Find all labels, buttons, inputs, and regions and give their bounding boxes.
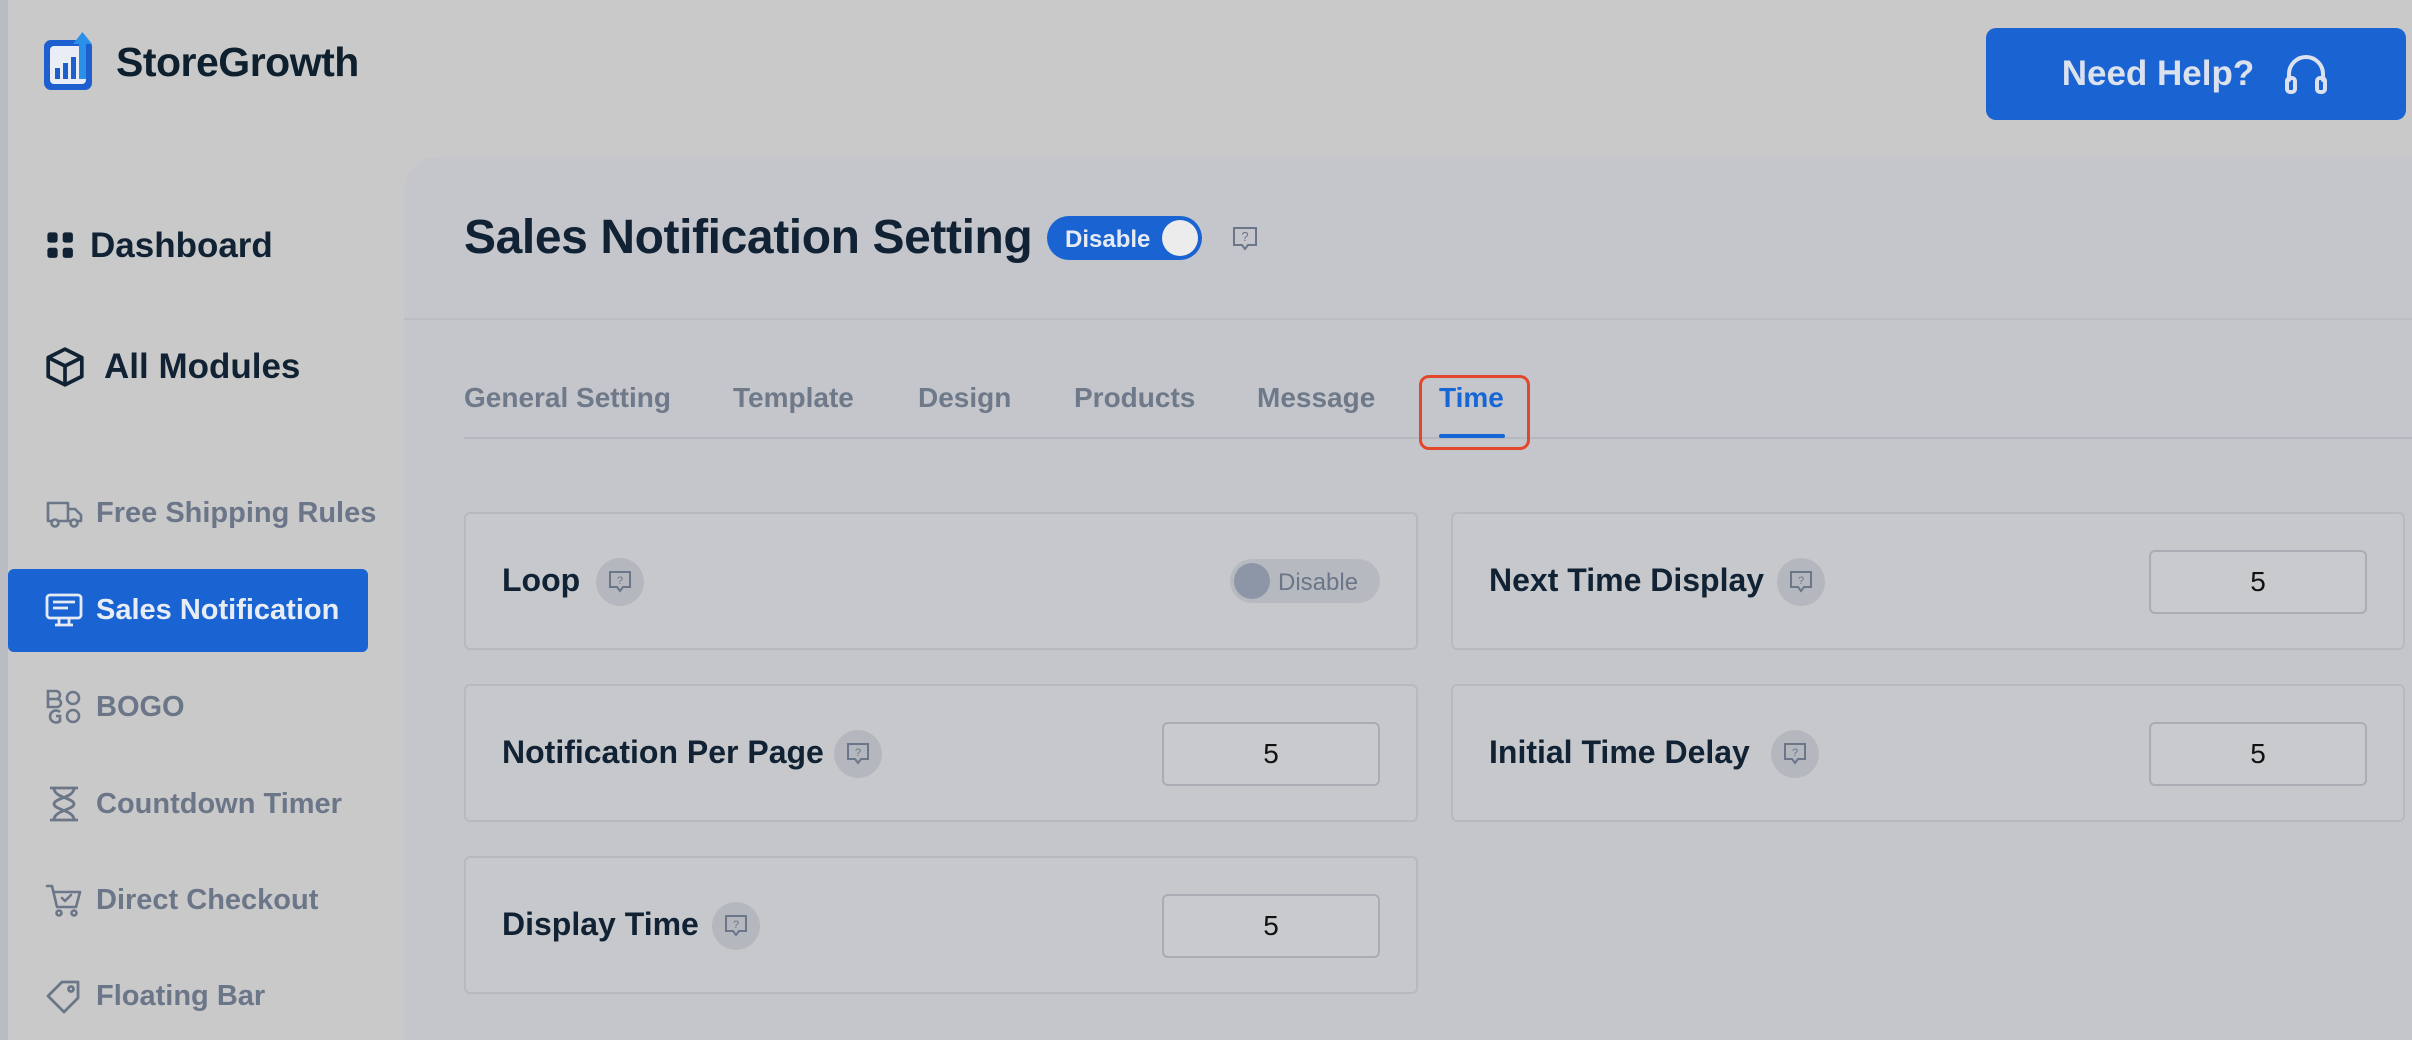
setting-label-initial-time-delay: Initial Time Delay xyxy=(1489,734,1750,770)
sidebar-item-label: Floating Bar xyxy=(96,979,266,1012)
need-help-button[interactable]: Need Help? xyxy=(1986,28,2406,120)
setting-card-next-time-display: Next Time Display ? xyxy=(1451,512,2405,650)
svg-text:?: ? xyxy=(617,575,623,587)
help-bubble-icon[interactable]: ? xyxy=(1230,224,1260,254)
module-enable-toggle[interactable]: Disable xyxy=(1047,216,1202,260)
loop-toggle[interactable]: Disable xyxy=(1230,559,1380,603)
need-help-label: Need Help? xyxy=(2061,54,2255,93)
svg-text:?: ? xyxy=(1798,575,1804,587)
module-toggle-label: Disable xyxy=(1065,226,1151,253)
active-tab-indicator xyxy=(1439,434,1505,438)
loop-toggle-label: Disable xyxy=(1278,569,1359,596)
hourglass-icon xyxy=(50,786,78,822)
grid-icon xyxy=(47,232,73,258)
sidebar-item-label: Dashboard xyxy=(90,226,273,265)
help-bubble-icon[interactable]: ? xyxy=(596,558,644,606)
svg-text:?: ? xyxy=(855,747,861,759)
tab-design[interactable]: Design xyxy=(918,382,1011,414)
toggle-knob xyxy=(1162,220,1198,256)
setting-card-display-time: Display Time ? xyxy=(464,856,1418,994)
sidebar-item-all-modules[interactable]: All Modules xyxy=(44,346,300,388)
setting-label-display-time: Display Time xyxy=(502,906,699,942)
sidebar-item-label: BOGO xyxy=(96,690,185,723)
sidebar-item-bogo[interactable]: BOGO xyxy=(44,687,185,727)
sidebar-item-floating-bar[interactable]: Floating Bar xyxy=(44,976,265,1016)
tag-icon xyxy=(46,980,80,1014)
monitor-icon xyxy=(45,593,83,627)
setting-label-notification-per-page: Notification Per Page xyxy=(502,734,824,770)
sidebar-item-countdown-timer[interactable]: Countdown Timer xyxy=(44,784,342,824)
sidebar-item-dashboard[interactable]: Dashboard xyxy=(44,226,273,266)
sidebar-item-sales-notification[interactable]: Sales Notification xyxy=(44,590,339,630)
setting-label-loop: Loop xyxy=(502,562,581,598)
cart-icon xyxy=(45,884,82,917)
header-divider xyxy=(404,318,2412,320)
tab-message[interactable]: Message xyxy=(1257,382,1375,414)
tab-products[interactable]: Products xyxy=(1074,382,1195,414)
page-title: Sales Notification Setting xyxy=(464,211,1033,264)
next-time-display-input[interactable] xyxy=(2149,550,2367,614)
window-left-edge xyxy=(0,0,8,1040)
setting-card-notification-per-page: Notification Per Page ? xyxy=(464,684,1418,822)
sidebar-item-direct-checkout[interactable]: Direct Checkout xyxy=(44,880,318,920)
svg-text:?: ? xyxy=(1241,229,1248,244)
brand-logo[interactable]: StoreGrowth xyxy=(42,32,359,92)
initial-time-delay-input[interactable] xyxy=(2149,722,2367,786)
brand-name: StoreGrowth xyxy=(116,38,359,85)
sidebar-item-label: Direct Checkout xyxy=(96,883,319,916)
svg-text:?: ? xyxy=(733,919,739,931)
tab-general-setting[interactable]: General Setting xyxy=(464,382,671,414)
setting-card-initial-time-delay: Initial Time Delay ? xyxy=(1451,684,2405,822)
help-bubble-icon[interactable]: ? xyxy=(1771,730,1819,778)
display-time-input[interactable] xyxy=(1162,894,1380,958)
sidebar-item-label: Free Shipping Rules xyxy=(96,496,377,529)
tab-time[interactable]: Time xyxy=(1439,382,1504,414)
cube-icon xyxy=(46,347,84,387)
sidebar-item-label: Sales Notification xyxy=(96,593,340,626)
sidebar-item-label: Countdown Timer xyxy=(96,787,342,820)
truck-icon xyxy=(46,501,83,528)
help-bubble-icon[interactable]: ? xyxy=(1777,558,1825,606)
svg-text:?: ? xyxy=(1792,747,1798,759)
sidebar-item-free-shipping-rules[interactable]: Free Shipping Rules xyxy=(44,493,376,533)
help-bubble-icon[interactable]: ? xyxy=(712,902,760,950)
notification-per-page-input[interactable] xyxy=(1162,722,1380,786)
setting-label-next-time-display: Next Time Display xyxy=(1489,562,1765,598)
tabs-divider xyxy=(464,437,2412,439)
tab-template[interactable]: Template xyxy=(733,382,854,414)
bogo-icon xyxy=(46,689,81,724)
toggle-knob xyxy=(1234,563,1270,599)
setting-card-loop: Loop ? Disable xyxy=(464,512,1418,650)
headset-icon xyxy=(2285,55,2328,94)
sidebar-item-label: All Modules xyxy=(104,347,301,386)
storegrowth-logo-icon xyxy=(44,32,92,90)
help-bubble-icon[interactable]: ? xyxy=(834,730,882,778)
